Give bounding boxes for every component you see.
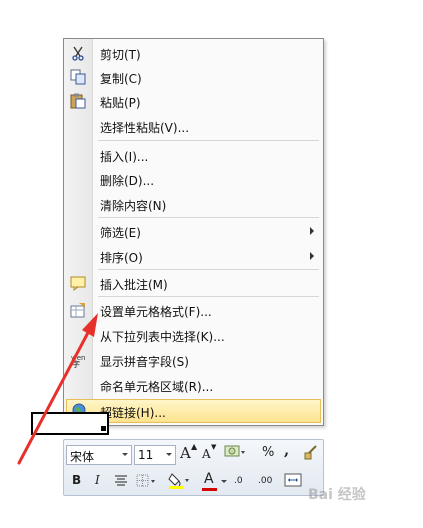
menu-item-copy[interactable]: 复制(C) <box>65 65 322 89</box>
mini-toolbar: 宋体 11 A ▲ A ▼ % , B I A .0 .00 <box>63 439 324 496</box>
copy-icon <box>70 69 86 85</box>
accounting-format-icon[interactable] <box>224 444 246 463</box>
merge-center-icon[interactable] <box>284 473 302 490</box>
font-size-value: 11 <box>138 448 154 462</box>
chevron-down-icon <box>166 453 172 456</box>
menu-item-label: 选择性粘贴(V)... <box>100 121 190 135</box>
font-name-combo[interactable]: 宋体 <box>66 445 132 465</box>
context-menu: 剪切(T) 复制(C) 粘贴(P) 选择性粘贴(V)... 插入(I)... 删… <box>63 38 324 426</box>
shrink-arrow-icon: ▼ <box>211 443 217 451</box>
menu-item-define-name[interactable]: 命名单元格区域(R)... <box>65 373 322 397</box>
comma-style-button[interactable]: , <box>284 441 289 459</box>
format-cells-icon <box>70 302 86 318</box>
menu-item-label: 清除内容(N) <box>100 199 167 213</box>
menu-item-show-phonetic[interactable]: wen 字 显示拼音字段(S) <box>65 348 322 372</box>
align-center-icon[interactable] <box>114 475 128 490</box>
menu-item-label: 删除(D)... <box>100 174 155 188</box>
fill-color-icon[interactable] <box>168 472 192 493</box>
phonetic-icon: wen 字 <box>70 352 86 369</box>
italic-button[interactable]: I <box>95 473 100 487</box>
svg-text:字: 字 <box>72 359 80 368</box>
submenu-arrow-icon <box>310 252 314 260</box>
paste-icon <box>70 93 86 109</box>
menu-item-label: 复制(C) <box>100 72 142 86</box>
shrink-font-button[interactable]: A <box>202 447 211 461</box>
menu-item-cut[interactable]: 剪切(T) <box>65 41 322 65</box>
menu-item-label: 筛选(E) <box>100 226 141 240</box>
menu-item-insert-comment[interactable]: 插入批注(M) <box>65 271 322 295</box>
menu-item-label: 命名单元格区域(R)... <box>100 380 214 394</box>
increase-decimal-button[interactable]: .0 <box>234 476 243 486</box>
chevron-down-icon <box>122 453 128 456</box>
menu-item-label: 从下拉列表中选择(K)... <box>100 330 225 344</box>
menu-item-label: 设置单元格格式(F)... <box>100 305 212 319</box>
font-color-glyph: A <box>204 471 214 487</box>
bold-button[interactable]: B <box>72 473 81 487</box>
menu-item-insert[interactable]: 插入(I)... <box>65 143 322 167</box>
grow-arrow-icon: ▲ <box>191 442 198 451</box>
menu-item-clear-contents[interactable]: 清除内容(N) <box>65 192 322 216</box>
menu-item-format-cells[interactable]: 设置单元格格式(F)... <box>65 298 322 322</box>
menu-item-filter[interactable]: 筛选(E) <box>65 219 322 243</box>
decrease-decimal-button[interactable]: .00 <box>258 476 272 486</box>
menu-item-pick-from-list[interactable]: 从下拉列表中选择(K)... <box>65 323 322 347</box>
font-name-value: 宋体 <box>70 450 95 464</box>
menu-separator <box>98 269 319 270</box>
menu-item-label: 排序(O) <box>100 251 143 265</box>
grow-font-button[interactable]: A <box>180 444 191 462</box>
menu-item-label: 插入批注(M) <box>100 278 168 292</box>
chevron-down-icon <box>221 480 227 483</box>
font-size-combo[interactable]: 11 <box>134 445 176 465</box>
selected-cell[interactable] <box>31 412 109 435</box>
submenu-arrow-icon <box>310 227 314 235</box>
menu-item-label: 插入(I)... <box>100 150 149 164</box>
menu-separator <box>98 217 319 218</box>
scissors-icon <box>70 45 86 61</box>
borders-icon[interactable] <box>136 474 158 491</box>
menu-item-sort[interactable]: 排序(O) <box>65 244 322 268</box>
menu-item-paste[interactable]: 粘贴(P) <box>65 89 322 113</box>
menu-item-label: 剪切(T) <box>100 48 141 62</box>
menu-item-label: 超链接(H)... <box>100 406 166 420</box>
comment-icon <box>70 275 86 291</box>
fill-handle[interactable] <box>101 426 106 431</box>
menu-item-label: 粘贴(P) <box>100 96 141 110</box>
menu-item-delete[interactable]: 删除(D)... <box>65 167 322 191</box>
watermark: Bai 经验 <box>308 487 366 503</box>
format-painter-icon[interactable] <box>303 444 319 463</box>
menu-item-label: 显示拼音字段(S) <box>100 355 189 369</box>
menu-separator <box>98 296 319 297</box>
menu-separator <box>98 140 319 141</box>
menu-item-paste-special[interactable]: 选择性粘贴(V)... <box>65 114 322 138</box>
percent-style-button[interactable]: % <box>262 445 274 460</box>
font-color-bar <box>202 488 217 491</box>
